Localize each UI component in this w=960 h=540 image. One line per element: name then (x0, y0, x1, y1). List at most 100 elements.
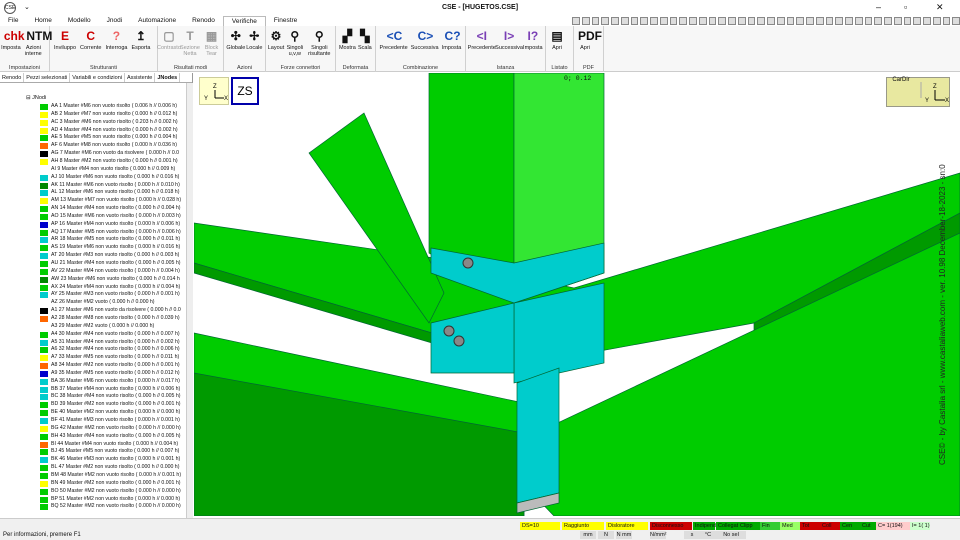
toolbar-icon[interactable] (611, 17, 619, 25)
panel-tab[interactable]: Variabili e condizioni (70, 73, 125, 82)
tree-row[interactable]: BQ 52 Master #M2 non vuoto risolto ( 0.0… (0, 503, 186, 511)
3d-viewport[interactable] (194, 73, 960, 516)
menu-tab-file[interactable]: File (0, 16, 26, 26)
toolbar-icon[interactable] (659, 17, 668, 25)
tree-row[interactable]: AU 21 Master #M4 non vuoto risolto ( 0.0… (0, 260, 186, 268)
unit-box[interactable]: mm (580, 531, 596, 539)
tree-row[interactable]: AI 9 Master #M4 non vuoto risolto ( 0.00… (0, 166, 186, 174)
maximize-icon[interactable]: ▫ (904, 2, 907, 12)
toolbar-icon[interactable] (679, 17, 687, 25)
toolbar-icon[interactable] (913, 17, 921, 25)
unit-box[interactable]: s (684, 531, 700, 539)
tree-root[interactable]: ⊟ JNodi (26, 95, 46, 101)
tree-row[interactable]: A8 34 Master #M2 non vuoto risolto ( 0.0… (0, 362, 186, 370)
tree-row[interactable]: A2 28 Master #M8 non vuoto risolto ( 0.0… (0, 315, 186, 323)
tree-row[interactable]: BC 38 Master #M4 non vuoto risolto ( 0.0… (0, 393, 186, 401)
bolt[interactable] (453, 335, 465, 347)
tree-row[interactable]: AG 7 Master #M6 non vuoto da risolvere (… (0, 150, 186, 158)
toolbar-icon[interactable] (757, 17, 765, 25)
panel-tab[interactable]: JNodes (155, 73, 181, 82)
tree-row[interactable]: AB 2 Master #M7 non vuoto risolto ( 0.00… (0, 111, 186, 119)
toolbar-icon[interactable] (601, 17, 609, 25)
toolbar-icon[interactable] (620, 17, 629, 25)
toolbar-icon[interactable] (630, 17, 639, 25)
toolbar-icon[interactable] (581, 17, 590, 25)
toolbar-icon[interactable] (796, 17, 804, 25)
toolbar-icon[interactable] (806, 17, 814, 25)
toolbar-icon[interactable] (923, 17, 931, 25)
toolbar-icon[interactable] (669, 17, 678, 25)
tree-row[interactable]: AK 11 Master #M6 non vuoto risolto ( 0.0… (0, 182, 186, 190)
unit-box[interactable]: N (598, 531, 614, 539)
tree-row[interactable]: AF 6 Master #M8 non vuoto risolto ( 0.00… (0, 142, 186, 150)
tree-row[interactable]: BI 44 Master #M4 non vuoto risolto ( 0.0… (0, 441, 186, 449)
toolbar-icon[interactable] (825, 17, 834, 25)
toolbar-icon[interactable] (854, 17, 863, 25)
toolbar-icon[interactable] (591, 17, 600, 25)
toolbar-icon[interactable] (932, 17, 941, 25)
tree-row[interactable]: AM 13 Master #M7 non vuoto risolto ( 0.0… (0, 197, 186, 205)
unit-box[interactable]: No sel (716, 531, 746, 539)
tree-row[interactable]: BL 47 Master #M2 non vuoto risolto ( 0.0… (0, 464, 186, 472)
tree-row[interactable]: BJ 45 Master #M5 non vuoto risolto ( 0.0… (0, 448, 186, 456)
tree-row[interactable]: AL 12 Master #M6 non vuoto risolto ( 0.0… (0, 189, 186, 197)
vertical-scrollbar[interactable] (186, 83, 193, 518)
bolt[interactable] (462, 257, 474, 269)
tree-row[interactable]: AZ 26 Master #M2 vuoto ( 0.000 h // 0.00… (0, 299, 186, 307)
menu-tab-jnodi[interactable]: Jnodi (99, 16, 131, 26)
tree-row[interactable]: AH 8 Master #M2 non vuoto risolto ( 0.00… (0, 158, 186, 166)
menu-tab-modello[interactable]: Modello (60, 16, 99, 26)
toolbar-icon[interactable] (698, 17, 707, 25)
tree-row[interactable]: AR 18 Master #M5 non vuoto risolto ( 0.0… (0, 236, 186, 244)
toolbar-icon[interactable] (767, 17, 775, 25)
toolbar-icon[interactable] (737, 17, 746, 25)
toolbar-icon[interactable] (650, 17, 658, 25)
menu-tab-renodo[interactable]: Renodo (184, 16, 223, 26)
toolbar-icon[interactable] (747, 17, 756, 25)
tree-row[interactable]: AE 5 Master #M5 non vuoto risolto ( 0.00… (0, 134, 186, 142)
tree-row[interactable]: BH 43 Master #M4 non vuoto risolto ( 0.0… (0, 433, 186, 441)
tree-row[interactable]: AT 20 Master #M3 non vuoto risolto ( 0.0… (0, 252, 186, 260)
tree-row[interactable]: AA 1 Master #M6 non vuoto risolto ( 0.00… (0, 103, 186, 111)
tree-row[interactable]: A4 30 Master #M4 non vuoto risolto ( 0.0… (0, 331, 186, 339)
tree-row[interactable]: A6 32 Master #M4 non vuoto risolto ( 0.0… (0, 346, 186, 354)
toolbar-icon[interactable] (728, 17, 736, 25)
menu-tab-verifiche[interactable]: Verifiche (222, 16, 266, 26)
tree-row[interactable]: AQ 17 Master #M5 non vuoto risolto ( 0.0… (0, 229, 186, 237)
tree-row[interactable]: AV 22 Master #M4 non vuoto risolto ( 0.0… (0, 268, 186, 276)
toolbar-icon[interactable] (572, 17, 580, 25)
toolbar-icon[interactable] (864, 17, 873, 25)
toolbar-icon[interactable] (815, 17, 824, 25)
tree-row[interactable]: AJ 10 Master #M6 non vuoto risolto ( 0.0… (0, 174, 186, 182)
tree-row[interactable]: AN 14 Master #M4 non vuoto risolto ( 0.0… (0, 205, 186, 213)
toolbar-icon[interactable] (689, 17, 697, 25)
tree-row[interactable]: BA 36 Master #M6 non vuoto risolto ( 0.0… (0, 378, 186, 386)
toolbar-icon[interactable] (884, 17, 892, 25)
toolbar-icon[interactable] (903, 17, 912, 25)
tree-row[interactable]: AP 16 Master #M4 non vuoto risolto ( 0.0… (0, 221, 186, 229)
tree-row[interactable]: BO 50 Master #M2 non vuoto risolto ( 0.0… (0, 488, 186, 496)
panel-tab[interactable]: Assistente (125, 73, 156, 82)
toolbar-icon[interactable] (640, 17, 648, 25)
unit-box[interactable]: °C (700, 531, 716, 539)
menu-tab-automazione[interactable]: Automazione (130, 16, 184, 26)
tree-row[interactable]: BD 39 Master #M2 non vuoto risolto ( 0.0… (0, 401, 186, 409)
tree-row[interactable]: A9 35 Master #M5 non vuoto risolto ( 0.0… (0, 370, 186, 378)
tree-row[interactable]: AY 25 Master #M3 non vuoto risolto ( 0.0… (0, 291, 186, 299)
unit-box[interactable]: N/mm² (650, 531, 667, 539)
jnodes-tree[interactable]: ⊟ JNodi AA 1 Master #M6 non vuoto risolt… (0, 83, 186, 518)
panel-tab[interactable]: Renodo (0, 73, 25, 82)
tree-row[interactable]: A3 29 Master #M2 vuoto ( 0.000 h // 0.00… (0, 323, 186, 331)
tree-row[interactable]: BM 48 Master #M2 non vuoto risolto ( 0.0… (0, 472, 186, 480)
tree-row[interactable]: AD 4 Master #M4 non vuoto risolto ( 0.00… (0, 127, 186, 135)
tree-row[interactable]: A7 33 Master #M5 non vuoto risolto ( 0.0… (0, 354, 186, 362)
minimize-icon[interactable]: – (876, 2, 881, 12)
tree-row[interactable]: AX 24 Master #M4 non vuoto risolto ( 0.0… (0, 284, 186, 292)
tree-row[interactable]: BE 40 Master #M2 non vuoto risolto ( 0.0… (0, 409, 186, 417)
toolbar-icon[interactable] (952, 17, 960, 25)
toolbar-icon[interactable] (776, 17, 785, 25)
tree-row[interactable]: BP 51 Master #M2 non vuoto risolto ( 0.0… (0, 496, 186, 504)
toolbar-icon[interactable] (708, 17, 717, 25)
tree-row[interactable]: BG 42 Master #M2 non vuoto risolto ( 0.0… (0, 425, 186, 433)
tree-row[interactable]: BF 41 Master #M3 non vuoto risolto ( 0.0… (0, 417, 186, 425)
